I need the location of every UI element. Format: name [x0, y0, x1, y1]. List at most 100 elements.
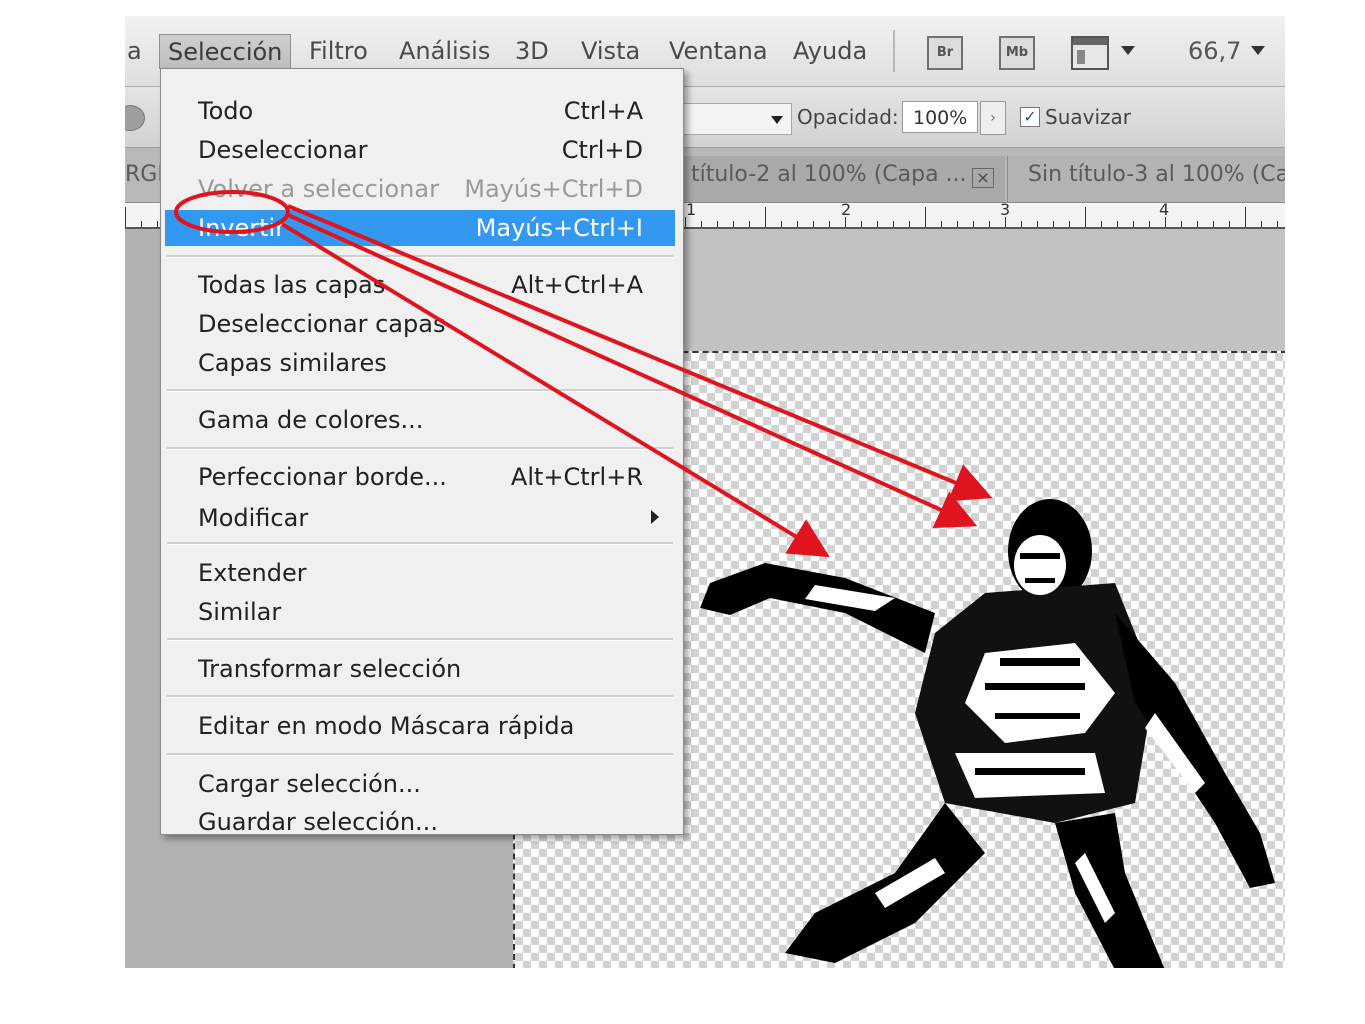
chevron-down-icon	[771, 116, 783, 124]
menu-item-label: Editar en modo Máscara rápida	[198, 712, 575, 740]
menu-item-cargar-seleccion[interactable]: Cargar selección...	[165, 766, 675, 802]
menu-item-label: Deseleccionar capas	[198, 310, 446, 338]
menu-item-label: Cargar selección...	[198, 770, 421, 798]
menu-divider	[167, 638, 673, 641]
menu-item-label: Perfeccionar borde...	[198, 463, 447, 491]
screen-mode-icon[interactable]	[1071, 36, 1109, 70]
menu-item-label: Volver a seleccionar	[198, 175, 439, 203]
bridge-icon[interactable]: Br	[927, 36, 963, 70]
menu-item-label: Deseleccionar	[198, 136, 368, 164]
menu-item-label: Extender	[198, 559, 307, 587]
tab-document-2[interactable]: título-2 al 100% (Capa ...	[665, 156, 1005, 202]
ruler-tick	[1197, 221, 1198, 227]
ruler-tick	[893, 221, 894, 227]
menu-item-gama-de-colores[interactable]: Gama de colores...	[165, 402, 675, 438]
ruler-tick	[157, 221, 158, 227]
ruler-tick	[701, 221, 702, 227]
menu-item-mascara-rapida[interactable]: Editar en modo Máscara rápida	[165, 708, 675, 744]
ruler-tick	[1053, 221, 1054, 227]
ruler-mark: 2	[841, 203, 852, 219]
menu-item-label: Similar	[198, 598, 282, 626]
menu-item-label: Capas similares	[198, 349, 387, 377]
ruler-mark: 1	[686, 203, 697, 219]
smooth-checkbox[interactable]: ✓	[1020, 107, 1040, 127]
style-select[interactable]	[680, 103, 792, 135]
menu-item-volver-a-seleccionar: Volver a seleccionar Mayús+Ctrl+D	[165, 171, 675, 207]
menubar-separator	[893, 30, 895, 72]
menu-item-label: Transformar selección	[198, 655, 462, 683]
ruler-tick	[1085, 207, 1086, 227]
opacity-slider-button[interactable]: ›	[980, 101, 1006, 135]
menu-item-shortcut: Ctrl+D	[561, 136, 643, 164]
menu-item-shortcut: Mayús+Ctrl+D	[464, 175, 643, 203]
ruler-tick	[1021, 221, 1022, 227]
menu-divider	[167, 542, 673, 545]
menu-item-analisis[interactable]: Análisis	[391, 34, 498, 68]
menu-item-extender[interactable]: Extender	[165, 555, 675, 591]
opacity-label: Opacidad:	[797, 105, 899, 129]
ruler-tick	[1149, 221, 1150, 227]
menu-item-filtro[interactable]: Filtro	[301, 34, 376, 68]
ruler-tick	[829, 221, 830, 227]
ruler-tick	[1245, 207, 1246, 227]
ruler-tick	[1261, 221, 1262, 227]
menu-item-modificar[interactable]: Modificar	[165, 500, 675, 536]
minibridge-icon[interactable]: Mb	[999, 36, 1035, 70]
tab-document-3[interactable]: Sin título-3 al 100% (Capa	[1007, 156, 1285, 202]
ruler-tick	[765, 207, 766, 227]
photoshop-window: a Selección Filtro Análisis 3D Vista Ven…	[125, 16, 1285, 968]
ruler-tick	[1005, 217, 1006, 227]
menu-item-deseleccionar[interactable]: Deseleccionar Ctrl+D	[165, 132, 675, 168]
ruler-tick	[845, 217, 846, 227]
menu-item-shortcut: Alt+Ctrl+A	[511, 271, 643, 299]
ruler-tick	[749, 221, 750, 227]
ruler-tick	[861, 221, 862, 227]
ruler-tick	[973, 221, 974, 227]
menu-item-transformar-seleccion[interactable]: Transformar selección	[165, 651, 675, 687]
ruler-tick	[1133, 221, 1134, 227]
menu-divider	[167, 753, 673, 756]
menu-item-perfeccionar-borde[interactable]: Perfeccionar borde... Alt+Ctrl+R	[165, 459, 675, 495]
ruler-tick	[125, 207, 126, 227]
menu-item-seleccion[interactable]: Selección	[159, 34, 292, 69]
menu-item-3d[interactable]: 3D	[507, 34, 557, 68]
smooth-label: Suavizar	[1045, 105, 1131, 129]
ruler-tick	[1213, 221, 1214, 227]
menu-item-label: Todo	[198, 97, 254, 125]
menu-divider	[167, 447, 673, 450]
ruler-tick	[909, 221, 910, 227]
ruler-tick	[877, 221, 878, 227]
submenu-arrow-icon	[651, 510, 659, 524]
menu-item-label: Invertir	[198, 214, 286, 242]
menu-item-similar[interactable]: Similar	[165, 594, 675, 630]
tab-document-1[interactable]: RGB	[125, 156, 172, 202]
menu-item-guardar-seleccion[interactable]: Guardar selección...	[165, 804, 675, 840]
menu-item-label: Modificar	[198, 504, 309, 532]
menu-item-label: Todas las capas	[198, 271, 386, 299]
tool-preset-icon[interactable]	[125, 105, 145, 131]
menu-item-capas-similares[interactable]: Capas similares	[165, 345, 675, 381]
ruler-tick	[941, 221, 942, 227]
menu-divider	[167, 389, 673, 392]
menu-item-shortcut: Ctrl+A	[563, 97, 643, 125]
ruler-tick	[1165, 217, 1166, 227]
menu-item-invertir[interactable]: Invertir Mayús+Ctrl+I	[165, 210, 675, 246]
chevron-down-icon[interactable]	[1251, 46, 1265, 55]
ruler-tick	[1101, 221, 1102, 227]
menu-item-imagen[interactable]: a	[125, 34, 150, 68]
menu-item-ventana[interactable]: Ventana	[661, 34, 776, 68]
ruler-tick	[957, 221, 958, 227]
menu-item-deseleccionar-capas[interactable]: Deseleccionar capas	[165, 306, 675, 342]
menu-item-vista[interactable]: Vista	[573, 34, 648, 68]
menu-item-ayuda[interactable]: Ayuda	[785, 34, 875, 68]
ruler-tick	[989, 221, 990, 227]
menu-item-todas-las-capas[interactable]: Todas las capas Alt+Ctrl+A	[165, 267, 675, 303]
ruler-tick	[733, 221, 734, 227]
chevron-down-icon[interactable]	[1121, 46, 1135, 55]
ruler-tick	[717, 221, 718, 227]
close-icon[interactable]: ×	[972, 168, 994, 188]
ruler-tick	[1069, 221, 1070, 227]
zoom-level[interactable]: 66,7	[1180, 34, 1249, 68]
opacity-input[interactable]: 100%	[902, 101, 978, 133]
menu-item-todo[interactable]: Todo Ctrl+A	[165, 93, 675, 129]
